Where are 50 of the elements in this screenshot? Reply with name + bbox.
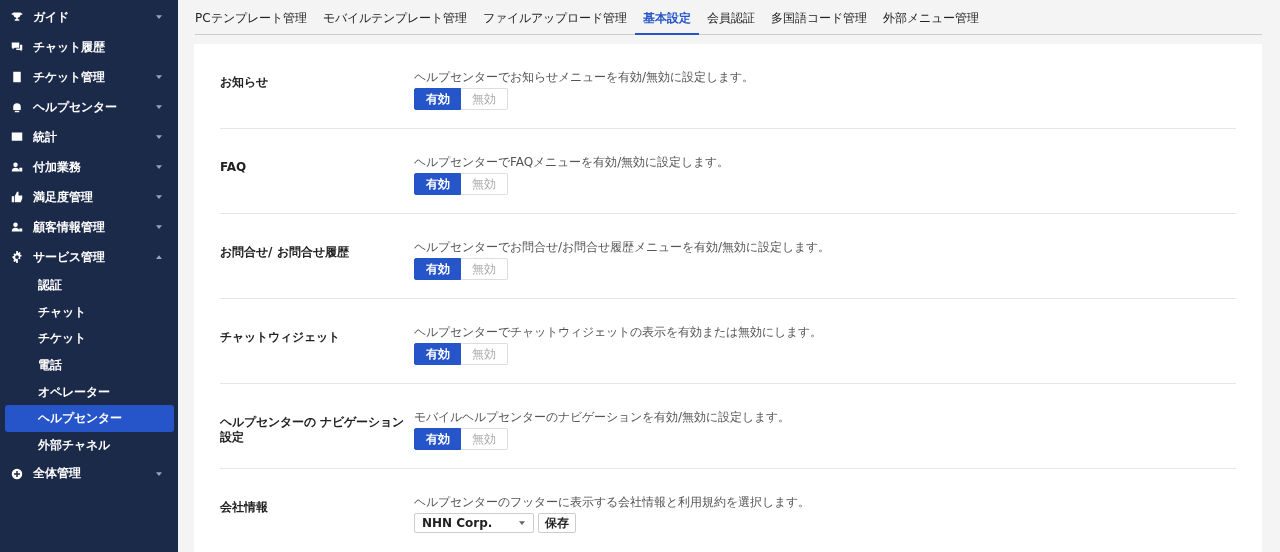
tab[interactable]: 外部メニュー管理 [874, 10, 987, 35]
setting-description: モバイルヘルプセンターのナビゲーションを有効/無効に設定します。 [414, 410, 791, 424]
nav-item[interactable]: チャット履歴 [0, 32, 178, 62]
nav-item[interactable]: 統計 [0, 122, 178, 152]
nav-item[interactable]: サービス管理 [0, 242, 178, 272]
tab[interactable]: 会員認証 [698, 10, 763, 35]
toggle-option[interactable]: 有効 [414, 343, 461, 365]
setting-description: ヘルプセンターでFAQメニューを有効/無効に設定します。 [414, 155, 730, 169]
submenu-item[interactable]: ヘルプセンター [5, 405, 174, 433]
settings-icon [11, 251, 23, 263]
person-icon [11, 221, 23, 233]
nav-item[interactable]: 付加業務 [0, 152, 178, 182]
setting-description: ヘルプセンターでお知らせメニューを有効/無効に設定します。 [414, 70, 755, 84]
setting-title: チャットウィジェット [220, 329, 341, 346]
setting-title: お知らせ [220, 74, 269, 91]
setting-title: ヘルプセンターの ナビゲーション設定 [220, 414, 406, 446]
submenu-item[interactable]: チャット [5, 298, 174, 326]
save-button[interactable]: 保存 [538, 513, 576, 533]
tab[interactable]: ファイルアップロード管理 [474, 10, 635, 35]
submenu-item[interactable]: 認証 [5, 272, 174, 299]
toggle-option[interactable]: 有効 [414, 258, 461, 280]
tab[interactable]: 基本設定 [634, 10, 699, 35]
setting-description: ヘルプセンターでお問合せ/お問合せ履歴メニューを有効/無効に設定します。 [414, 240, 831, 254]
nav-item[interactable]: ガイド [0, 2, 178, 32]
setting-title: FAQ [220, 159, 248, 176]
toggle-option[interactable]: 有効 [414, 88, 461, 110]
setting-title: 会社情報 [220, 499, 269, 516]
chat-icon [11, 41, 23, 53]
nav-item[interactable]: チケット管理 [0, 62, 178, 92]
nav-item[interactable]: 顧客情報管理 [0, 212, 178, 242]
tab[interactable]: 多国語コード管理 [762, 10, 875, 35]
nav-item[interactable]: ヘルプセンター [0, 92, 178, 122]
thumbs-up-icon [11, 191, 23, 203]
submenu-item[interactable]: チケット [5, 325, 174, 353]
setting-description: ヘルプセンターのフッターに表示する会社情報と利用規約を選択します。 [414, 495, 810, 509]
submenu-item[interactable]: 電話 [5, 352, 174, 379]
nav-item[interactable]: 満足度管理 [0, 182, 178, 212]
toggle-option[interactable]: 有効 [414, 173, 461, 195]
company-select[interactable]: NHN Corp. [414, 513, 534, 533]
toggle-option[interactable]: 有効 [414, 428, 461, 450]
tab[interactable]: モバイルテンプレート管理 [314, 10, 475, 35]
tab[interactable]: PCテンプレート管理 [195, 10, 315, 35]
caret-icon [519, 521, 525, 525]
person-icon [11, 161, 23, 173]
submenu-item[interactable]: 外部チャネル [5, 432, 174, 459]
setting-description: ヘルプセンターでチャットウィジェットの表示を有効または無効にします。 [414, 325, 822, 339]
nav-item[interactable]: 全体管理 [0, 458, 178, 489]
trophy-icon [11, 11, 23, 23]
setting-title: お問合せ/ お問合せ履歴 [220, 244, 350, 261]
submenu-item[interactable]: オペレーター [5, 378, 174, 406]
